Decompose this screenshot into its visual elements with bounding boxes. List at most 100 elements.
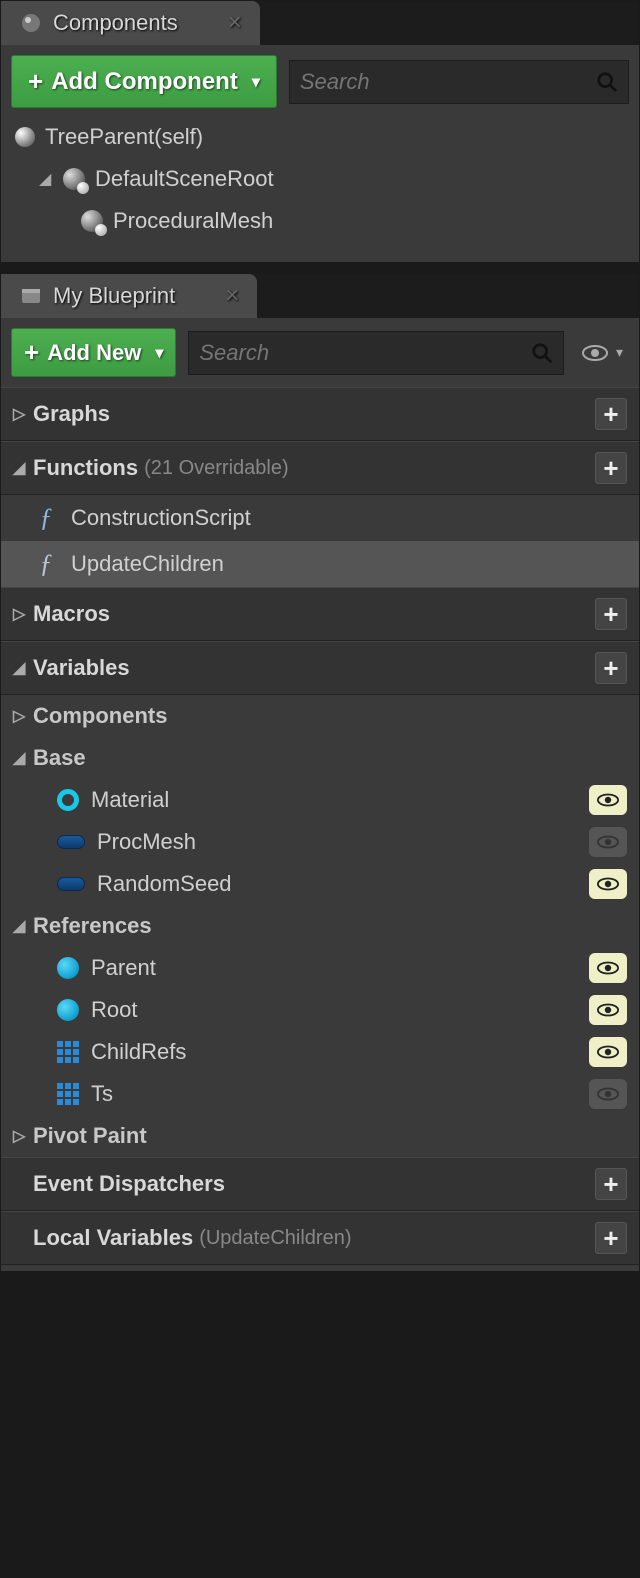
blueprint-search-input[interactable]	[199, 340, 531, 366]
variable-randomseed[interactable]: RandomSeed	[1, 863, 639, 905]
array-var-icon	[57, 1041, 79, 1063]
tree-row-sceneroot[interactable]: ◢ DefaultSceneRoot	[11, 158, 629, 200]
visibility-toggle[interactable]	[589, 869, 627, 899]
components-tree: TreeParent(self) ◢ DefaultSceneRoot Proc…	[11, 116, 629, 242]
graphs-label: Graphs	[33, 401, 110, 427]
blueprint-toolbar-wrap: + Add New ▾ ▾	[1, 318, 639, 387]
vargroup-base-label: Base	[33, 745, 86, 771]
blueprint-tab[interactable]: My Blueprint ×	[1, 274, 257, 318]
chevron-down-icon: ▾	[155, 343, 163, 363]
array-var-icon	[57, 1083, 79, 1105]
components-search-input[interactable]	[300, 69, 596, 95]
object-var-icon	[57, 789, 79, 811]
visibility-toggle[interactable]	[589, 953, 627, 983]
variables-label: Variables	[33, 655, 130, 681]
blueprint-search[interactable]	[188, 331, 564, 375]
visibility-toggle[interactable]	[589, 1079, 627, 1109]
vargroup-components-label: Components	[33, 703, 167, 729]
add-function-button[interactable]: +	[595, 452, 627, 484]
add-component-label: Add Component	[51, 68, 238, 96]
expand-icon[interactable]: ◢	[13, 916, 27, 936]
variable-root[interactable]: Root	[1, 989, 639, 1031]
blueprint-body: ▷ Graphs + ◢ Functions (21 Overridable) …	[1, 387, 639, 1271]
visibility-toggle[interactable]	[589, 785, 627, 815]
add-macro-button[interactable]: +	[595, 598, 627, 630]
chevron-down-icon: ▾	[252, 72, 260, 92]
expand-icon[interactable]: ▷	[13, 604, 27, 624]
vargroup-references-label: References	[33, 913, 152, 939]
actor-icon	[15, 127, 35, 147]
function-constructionscript[interactable]: ƒ ConstructionScript	[1, 495, 639, 541]
category-graphs[interactable]: ▷ Graphs +	[1, 387, 639, 441]
eye-icon	[582, 343, 612, 363]
vargroup-pivotpaint[interactable]: ▷ Pivot Paint	[1, 1115, 639, 1157]
expand-icon[interactable]: ◢	[39, 169, 53, 189]
tree-row-procmesh[interactable]: ProceduralMesh	[11, 200, 629, 242]
components-search[interactable]	[289, 60, 629, 104]
expand-icon[interactable]: ▷	[13, 1126, 27, 1146]
variable-root-label: Root	[91, 997, 137, 1023]
visibility-toggle[interactable]	[589, 1037, 627, 1067]
variable-parent-label: Parent	[91, 955, 156, 981]
macros-label: Macros	[33, 601, 110, 627]
expand-icon[interactable]: ◢	[13, 658, 27, 678]
components-tab[interactable]: Components ×	[1, 1, 260, 45]
variable-procmesh[interactable]: ProcMesh	[1, 821, 639, 863]
variable-material-label: Material	[91, 787, 169, 813]
tree-sceneroot-label: DefaultSceneRoot	[95, 166, 274, 192]
category-local-variables[interactable]: ▷ Local Variables (UpdateChildren) +	[1, 1211, 639, 1265]
components-tab-label: Components	[53, 10, 178, 36]
category-macros[interactable]: ▷ Macros +	[1, 587, 639, 641]
vargroup-base[interactable]: ◢ Base	[1, 737, 639, 779]
components-toolbar: + Add Component ▾	[11, 55, 629, 108]
scene-component-icon	[63, 168, 85, 190]
category-event-dispatchers[interactable]: ▷ Event Dispatchers +	[1, 1157, 639, 1211]
category-variables[interactable]: ◢ Variables +	[1, 641, 639, 695]
plus-icon: +	[24, 337, 39, 368]
vargroup-references[interactable]: ◢ References	[1, 905, 639, 947]
add-local-variable-button[interactable]: +	[595, 1222, 627, 1254]
local-variables-subtext: (UpdateChildren)	[199, 1227, 351, 1250]
blueprint-tab-icon	[19, 284, 43, 308]
variable-childrefs[interactable]: ChildRefs	[1, 1031, 639, 1073]
function-updatechildren[interactable]: ƒ UpdateChildren	[1, 541, 639, 587]
view-options-button[interactable]: ▾	[576, 343, 629, 363]
functions-label: Functions	[33, 455, 138, 481]
close-icon[interactable]: ×	[225, 282, 239, 310]
functions-subtext: (21 Overridable)	[144, 457, 289, 480]
expand-icon[interactable]: ◢	[13, 748, 27, 768]
plus-icon: +	[28, 66, 43, 97]
add-variable-button[interactable]: +	[595, 652, 627, 684]
add-new-button[interactable]: + Add New ▾	[11, 328, 176, 377]
variable-randomseed-label: RandomSeed	[97, 871, 232, 897]
vargroup-components[interactable]: ▷ Components	[1, 695, 639, 737]
visibility-toggle[interactable]	[589, 995, 627, 1025]
my-blueprint-panel: My Blueprint × + Add New ▾ ▾ ▷	[0, 273, 640, 1272]
vargroup-pivotpaint-label: Pivot Paint	[33, 1123, 147, 1149]
chevron-down-icon: ▾	[616, 344, 623, 361]
expand-icon[interactable]: ◢	[13, 458, 27, 478]
add-component-button[interactable]: + Add Component ▾	[11, 55, 277, 108]
blueprint-tab-label: My Blueprint	[53, 283, 175, 309]
visibility-toggle[interactable]	[589, 827, 627, 857]
expand-icon[interactable]: ▷	[13, 706, 27, 726]
tree-row-self[interactable]: TreeParent(self)	[11, 116, 629, 158]
expand-icon[interactable]: ▷	[13, 404, 27, 424]
object-var-icon	[57, 999, 79, 1021]
variable-ts[interactable]: Ts	[1, 1073, 639, 1115]
add-dispatcher-button[interactable]: +	[595, 1168, 627, 1200]
function-icon: ƒ	[33, 549, 59, 579]
variable-material[interactable]: Material	[1, 779, 639, 821]
function-updatechildren-label: UpdateChildren	[71, 551, 224, 577]
variable-parent[interactable]: Parent	[1, 947, 639, 989]
object-var-icon	[57, 835, 85, 849]
variable-childrefs-label: ChildRefs	[91, 1039, 186, 1065]
component-icon	[81, 210, 103, 232]
category-functions[interactable]: ◢ Functions (21 Overridable) +	[1, 441, 639, 495]
add-graph-button[interactable]: +	[595, 398, 627, 430]
event-dispatchers-label: Event Dispatchers	[33, 1171, 225, 1197]
add-new-label: Add New	[47, 340, 141, 366]
blueprint-toolbar: + Add New ▾ ▾	[11, 328, 629, 377]
close-icon[interactable]: ×	[228, 9, 242, 37]
object-var-icon	[57, 877, 85, 891]
